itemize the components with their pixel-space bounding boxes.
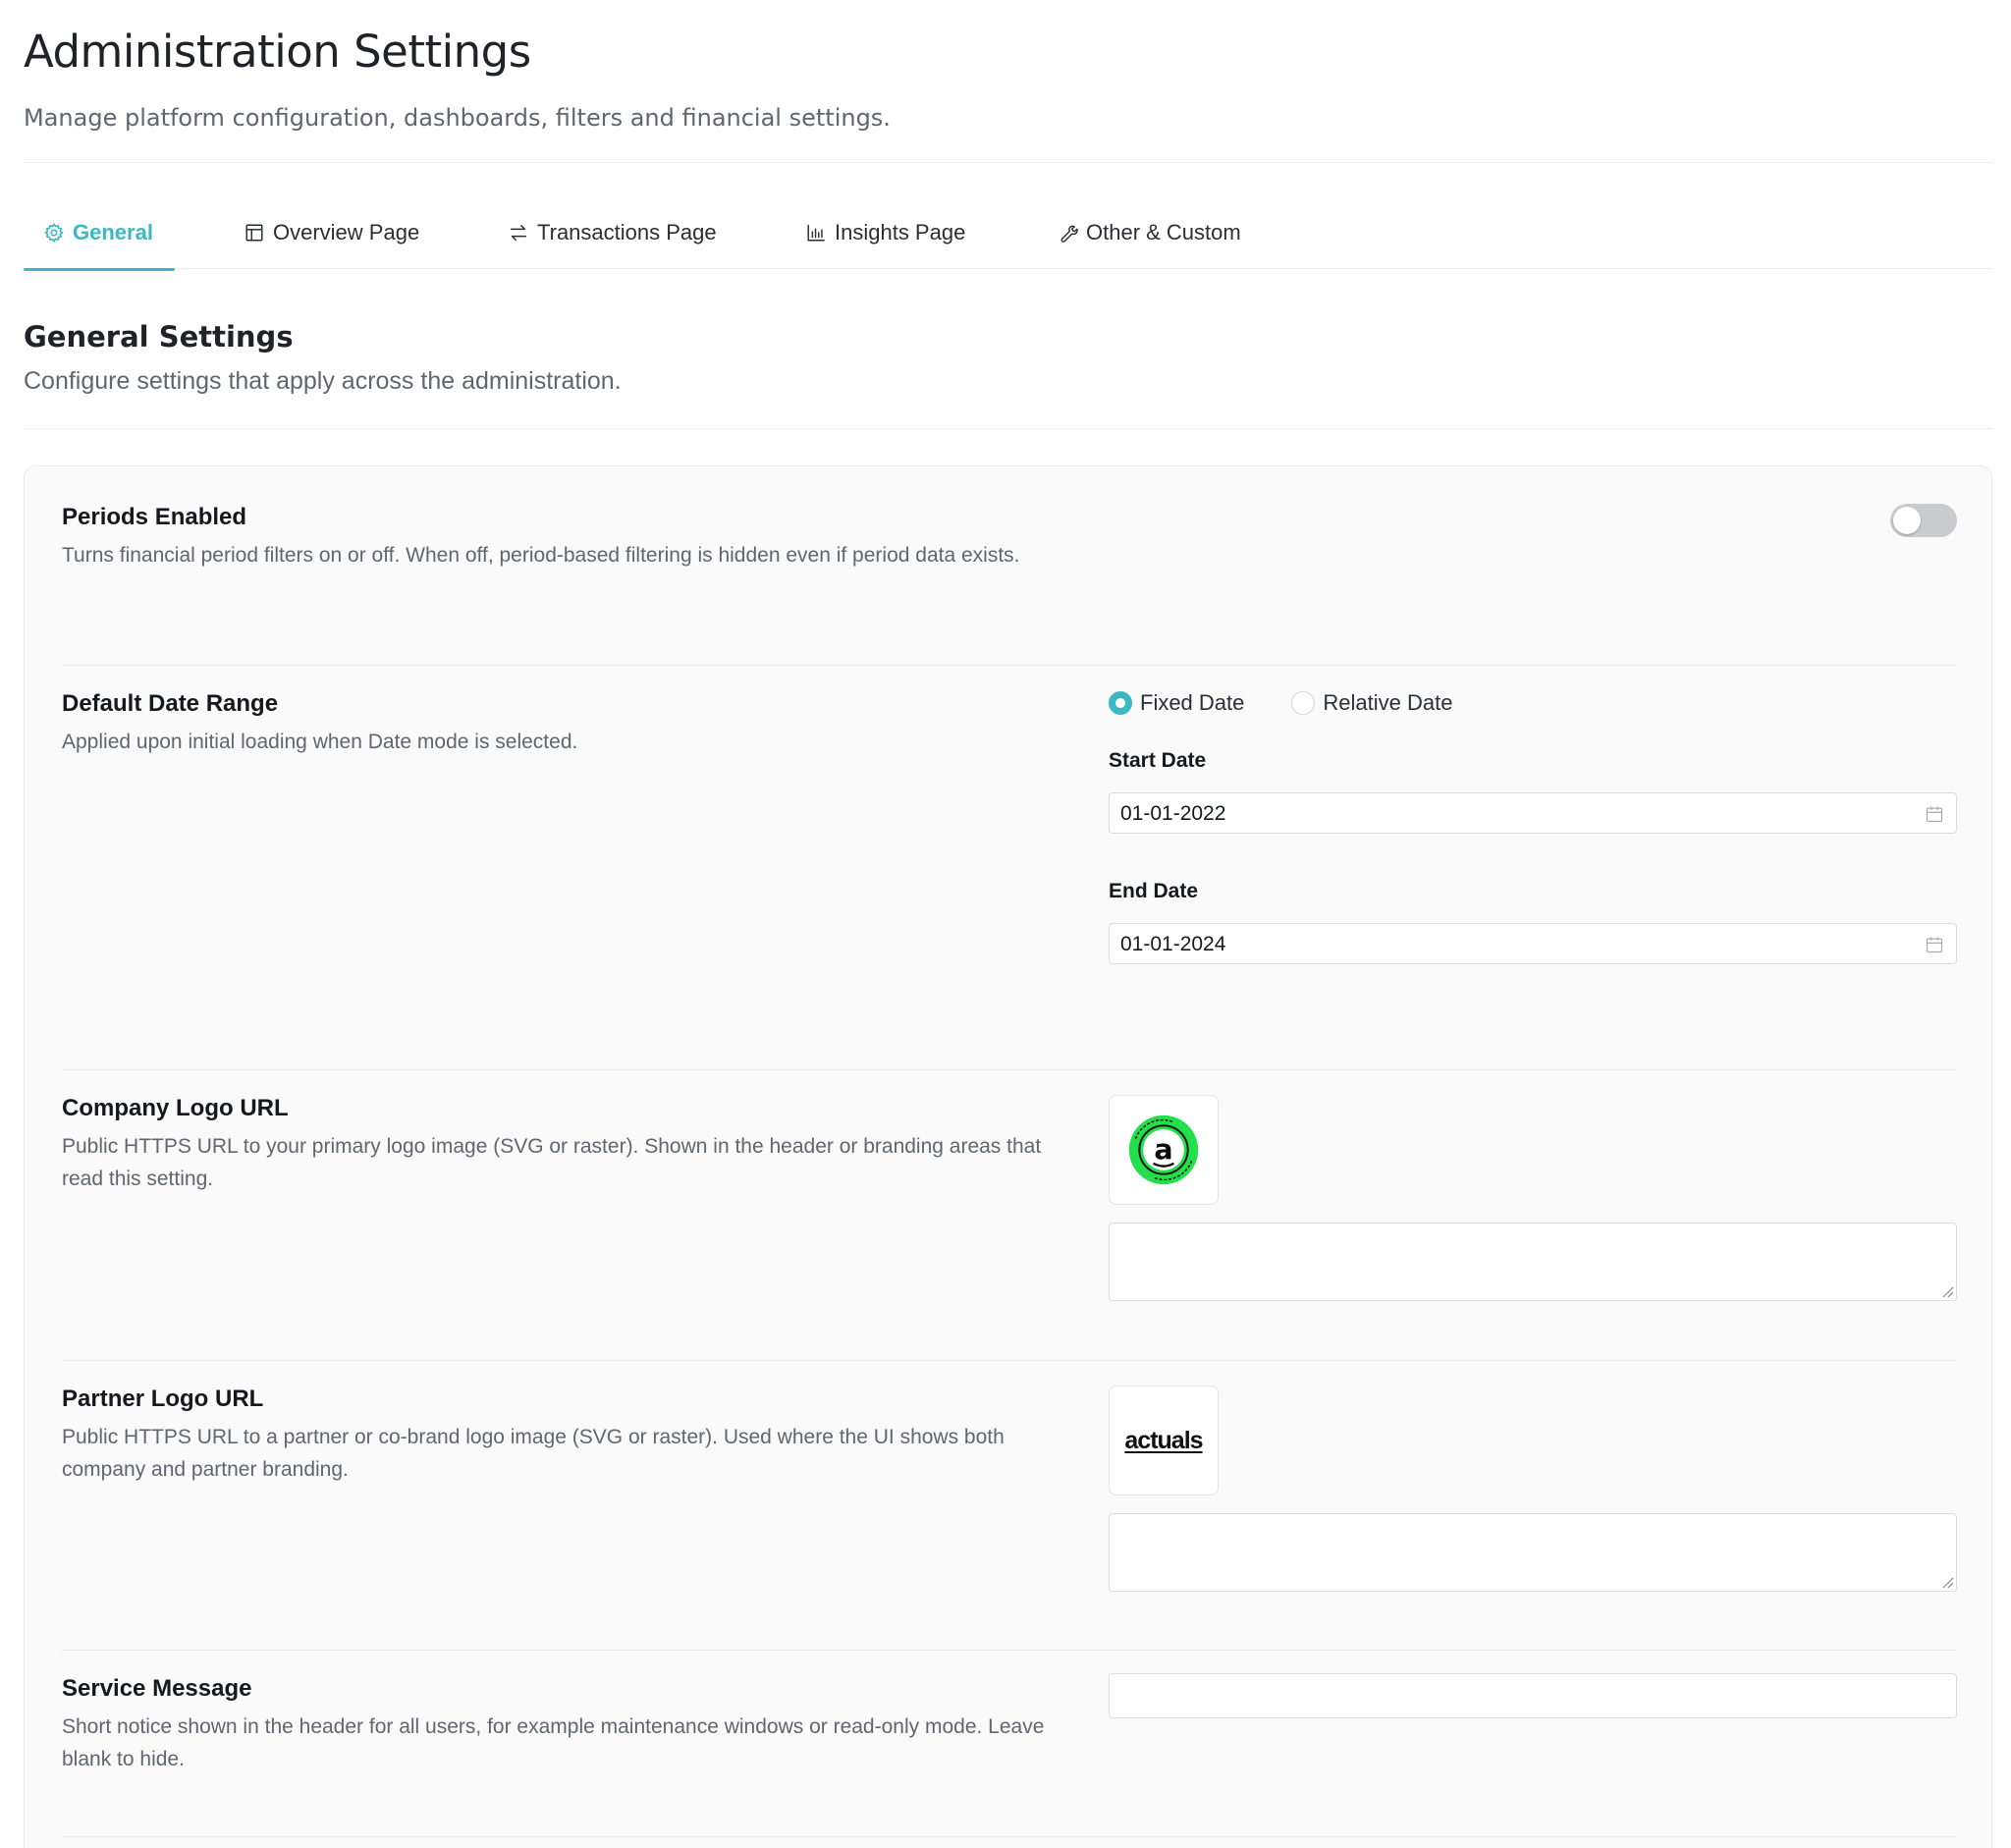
tab-label: General (73, 220, 153, 245)
row-divider (62, 1069, 1956, 1070)
start-date-value: 01-01-2022 (1120, 802, 1226, 825)
radio-dot (1109, 691, 1132, 715)
partner-logo-url-label: Partner Logo URL (62, 1386, 264, 1412)
radio-label: Relative Date (1323, 690, 1453, 715)
company-logo-image: a (1128, 1114, 1199, 1185)
section-subtitle: Configure settings that apply across the… (24, 367, 622, 395)
end-date-label: End Date (1109, 880, 1199, 902)
company-logo-url-label: Company Logo URL (62, 1095, 289, 1121)
company-logo-preview: a (1109, 1095, 1219, 1205)
radio-dot (1291, 691, 1316, 715)
tab-label: Overview Page (273, 220, 420, 245)
service-message-description: Short notice shown in the header for all… (62, 1715, 1045, 1770)
periods-enabled-label: Periods Enabled (62, 504, 247, 530)
tab-label: Transactions Page (537, 220, 717, 245)
tab-overview-page[interactable]: Overview Page (244, 202, 419, 269)
company-logo-url-textarea[interactable] (1109, 1223, 1957, 1301)
tab-label: Insights Page (835, 220, 966, 245)
calendar-icon[interactable] (1925, 804, 1944, 824)
tab-label: Other & Custom (1086, 220, 1241, 245)
header-divider (24, 162, 1992, 163)
row-divider (62, 1360, 1956, 1361)
resize-grip-icon[interactable] (1940, 1284, 1954, 1298)
default-date-range-description: Applied upon initial loading when Date m… (62, 731, 578, 753)
settings-tabs: General Overview Page Transactions Page (24, 202, 1992, 271)
relative-date-radio[interactable]: Relative Date (1291, 690, 1452, 716)
row-divider (62, 1650, 1956, 1651)
arrows-icon (510, 224, 527, 242)
section-divider (24, 428, 1992, 429)
bar-chart-icon (807, 224, 825, 242)
row-divider (62, 665, 1956, 666)
periods-enabled-toggle[interactable] (1890, 504, 1957, 537)
wrench-icon (1060, 225, 1078, 243)
page-subtitle: Manage platform configuration, dashboard… (24, 104, 891, 132)
tab-transactions-page[interactable]: Transactions Page (508, 202, 717, 269)
row-divider (62, 1836, 1956, 1837)
service-message-input[interactable] (1109, 1673, 1957, 1718)
page-title: Administration Settings (24, 26, 531, 78)
layout-icon (245, 224, 263, 242)
tab-insights-page[interactable]: Insights Page (805, 202, 965, 269)
resize-grip-icon[interactable] (1940, 1575, 1954, 1589)
settings-card: Periods Enabled Turns financial period f… (24, 465, 1992, 1848)
section-title: General Settings (24, 320, 294, 353)
toggle-knob (1893, 507, 1921, 534)
calendar-icon[interactable] (1925, 935, 1944, 954)
service-message-label: Service Message (62, 1675, 252, 1702)
gear-icon (44, 223, 64, 243)
partner-logo-preview: actuals (1109, 1386, 1219, 1495)
end-date-value: 01-01-2024 (1120, 933, 1226, 955)
radio-label: Fixed Date (1140, 690, 1245, 715)
fixed-date-radio[interactable]: Fixed Date (1109, 690, 1244, 716)
tab-other-custom[interactable]: Other & Custom (1057, 202, 1241, 269)
default-date-range-label: Default Date Range (62, 690, 279, 717)
company-logo-url-description: Public HTTPS URL to your primary logo im… (62, 1135, 1042, 1190)
start-date-label: Start Date (1109, 749, 1207, 772)
partner-logo-image: actuals (1124, 1426, 1203, 1454)
partner-logo-url-textarea[interactable] (1109, 1513, 1957, 1592)
date-mode-radio-group: Fixed Date Relative Date (1109, 690, 1452, 716)
company-logo-letter: a (1154, 1134, 1172, 1167)
tab-general[interactable]: General (24, 202, 175, 271)
end-date-input[interactable]: 01-01-2024 (1109, 923, 1957, 964)
periods-enabled-description: Turns financial period filters on or off… (62, 544, 1020, 567)
partner-logo-url-description: Public HTTPS URL to a partner or co-bran… (62, 1426, 1005, 1481)
start-date-input[interactable]: 01-01-2022 (1109, 792, 1957, 834)
